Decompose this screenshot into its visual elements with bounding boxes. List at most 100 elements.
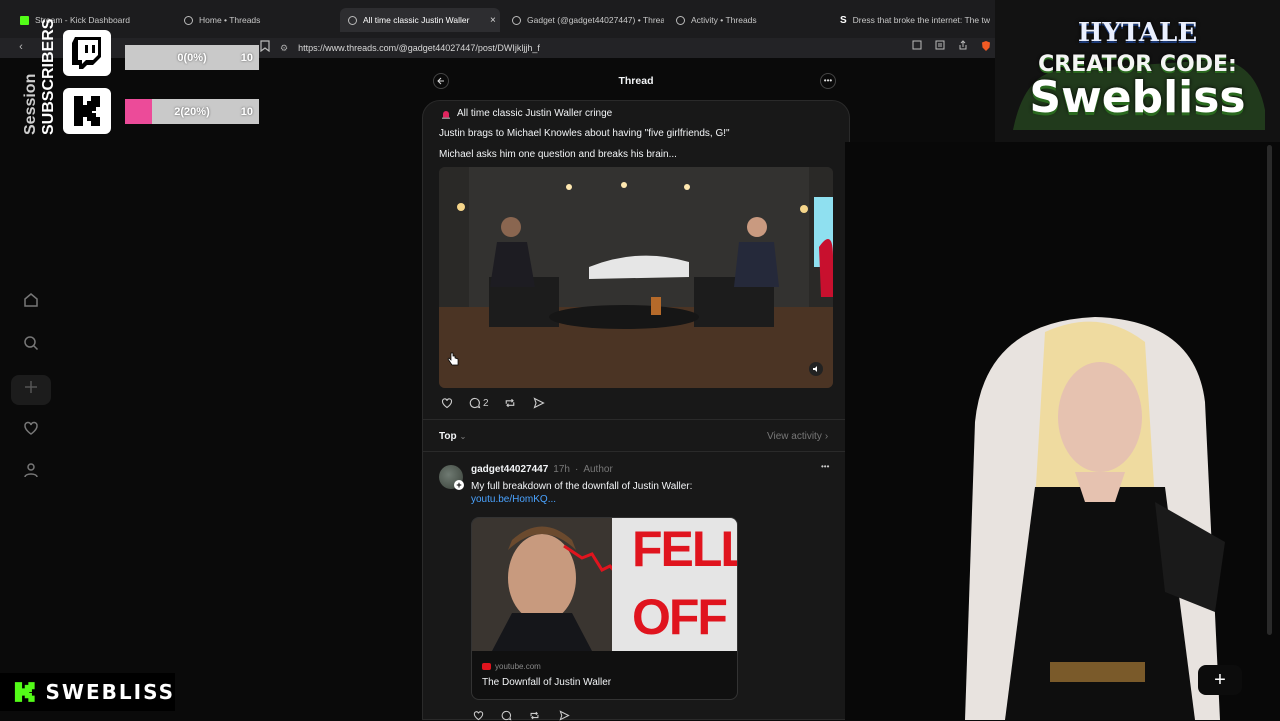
like-button[interactable]	[441, 397, 453, 409]
more-options-icon[interactable]: •••	[820, 73, 836, 89]
card-title: The Downfall of Justin Waller	[482, 677, 612, 688]
comment-icon	[501, 710, 512, 721]
tab-title: Gadget (@gadget44027447) • Threa	[527, 15, 664, 25]
tab-dress-article[interactable]: S Dress that broke the internet: The tw	[832, 9, 992, 31]
view-activity-label: View activity	[767, 431, 822, 442]
youtube-icon	[482, 663, 491, 670]
reader-mode-icon[interactable]	[933, 40, 947, 54]
activity-heart-icon[interactable]	[22, 420, 40, 438]
tab-title: Dress that broke the internet: The tw	[852, 15, 990, 25]
bookmark-icon[interactable]	[258, 40, 272, 54]
video-thumbnail: FELL OFF	[472, 518, 738, 651]
post-text-line-2: Justin brags to Michael Knowles about ha…	[439, 128, 730, 139]
card-domain-text: youtube.com	[495, 662, 541, 671]
youtube-link-card[interactable]: FELL OFF youtube.com The Downfall of Jus…	[471, 517, 738, 700]
address-bar[interactable]: ⚙ https://www.threads.com/@gadget4402744…	[280, 40, 970, 56]
share-icon[interactable]	[956, 40, 970, 54]
url-text[interactable]: https://www.threads.com/@gadget44027447/…	[298, 43, 540, 53]
tab-title: All time classic Justin Waller	[363, 15, 470, 25]
reply-meta: gadget44027447 17h · Author	[471, 464, 613, 475]
kick-icon	[20, 15, 29, 25]
post-text-line-3: Michael asks him one question and breaks…	[439, 149, 677, 160]
channel-footer: SWEBLISS	[0, 673, 175, 711]
thread-card: All time classic Justin Waller cringe Ju…	[422, 100, 851, 721]
comment-icon	[469, 397, 481, 409]
reply-like-button[interactable]	[473, 710, 484, 721]
post-video[interactable]	[439, 167, 833, 388]
site-settings-icon[interactable]: ⚙	[280, 43, 288, 54]
heart-icon	[441, 398, 453, 409]
reply-share-button[interactable]	[559, 710, 570, 721]
chevron-down-icon: ⌄	[459, 432, 467, 441]
twitch-goal-bar: 0(0%) 10	[125, 45, 259, 70]
tab-kick-dashboard[interactable]: Stream - Kick Dashboard	[12, 9, 172, 31]
kick-logo	[63, 88, 111, 134]
session-text: Session	[22, 73, 39, 135]
page-title: Thread	[618, 75, 654, 87]
reply-role: Author	[583, 464, 613, 475]
post-text-line-1: All time classic Justin Waller cringe	[457, 108, 613, 119]
reply-more-icon[interactable]: •••	[821, 462, 829, 471]
tab-justin-waller-active[interactable]: All time classic Justin Waller ×	[340, 8, 500, 32]
card-domain: youtube.com	[482, 662, 541, 671]
threads-icon	[512, 15, 521, 25]
page-scrollbar[interactable]	[1267, 145, 1272, 635]
hytale-logo: HYTALE	[1077, 18, 1198, 48]
creator-code-banner: HYTALE CREATOR CODE: Swebliss	[995, 0, 1280, 142]
s-icon: S	[840, 14, 847, 26]
streamer-video	[845, 142, 1280, 720]
home-icon[interactable]	[22, 292, 40, 310]
session-subscribers-label: Session SUBSCRIBERS	[18, 19, 58, 140]
twitch-goal-target: 10	[240, 51, 253, 64]
view-activity-link[interactable]: View activity ›	[767, 431, 828, 442]
sort-dropdown[interactable]: Top ⌄	[439, 431, 466, 442]
search-icon[interactable]	[22, 335, 40, 353]
kick-goal-target: 10	[240, 105, 253, 118]
webcam-feed: +	[845, 142, 1280, 720]
kick-goal-value: 2(20%)	[174, 105, 210, 118]
tab-title: Activity • Threads	[691, 15, 757, 25]
divider	[423, 419, 851, 420]
tab-home-threads[interactable]: Home • Threads	[176, 9, 336, 31]
divider	[423, 451, 851, 452]
mute-icon[interactable]	[809, 362, 823, 376]
browser-tab-bar: Stream - Kick Dashboard Home • Threads A…	[0, 0, 995, 38]
kick-icon	[14, 682, 35, 702]
reply-username[interactable]: gadget44027447	[471, 464, 548, 475]
threads-icon	[348, 15, 357, 25]
alert-siren-icon	[442, 110, 450, 119]
follow-plus-icon[interactable]: +	[454, 480, 464, 490]
repost-button[interactable]	[504, 397, 516, 409]
reply-text: My full breakdown of the downfall of Jus…	[471, 481, 693, 492]
reply-time: 17h	[553, 464, 570, 475]
hand-cursor-icon	[447, 352, 459, 371]
thumbnail-text-2: OFF	[632, 589, 728, 645]
open-external-icon[interactable]	[910, 40, 924, 54]
heart-icon	[473, 711, 484, 721]
share-button[interactable]	[533, 397, 545, 409]
post-line-1: All time classic Justin Waller cringe	[441, 108, 612, 119]
creator-code-value: Swebliss	[1029, 72, 1246, 123]
create-post-icon[interactable]	[11, 375, 51, 405]
thumbnail-text-1: FELL	[632, 521, 738, 577]
reply-button[interactable]: 2	[469, 397, 489, 409]
brave-shield-icon[interactable]	[979, 40, 993, 54]
sort-label: Top	[439, 431, 457, 442]
threads-icon	[184, 15, 193, 25]
repost-icon	[530, 711, 539, 720]
tab-gadget-profile[interactable]: Gadget (@gadget44027447) • Threa	[504, 9, 664, 31]
twitch-goal-value: 0(0%)	[177, 51, 207, 64]
subscribers-text: SUBSCRIBERS	[40, 18, 57, 135]
reply-link[interactable]: youtu.be/HomKQ...	[471, 494, 556, 505]
kick-goal-bar: 2(20%) 10	[125, 99, 259, 124]
send-icon	[533, 397, 545, 409]
send-icon	[559, 710, 570, 721]
close-tab-icon[interactable]: ×	[490, 15, 496, 26]
add-post-button[interactable]: +	[1198, 665, 1242, 695]
tab-activity-threads[interactable]: Activity • Threads	[668, 9, 828, 31]
video-frame-image	[439, 167, 833, 388]
reply-repost-button[interactable]	[529, 710, 540, 721]
reply-count: 2	[483, 397, 489, 409]
profile-icon[interactable]	[22, 462, 40, 480]
reply-comment-button[interactable]	[501, 710, 512, 721]
